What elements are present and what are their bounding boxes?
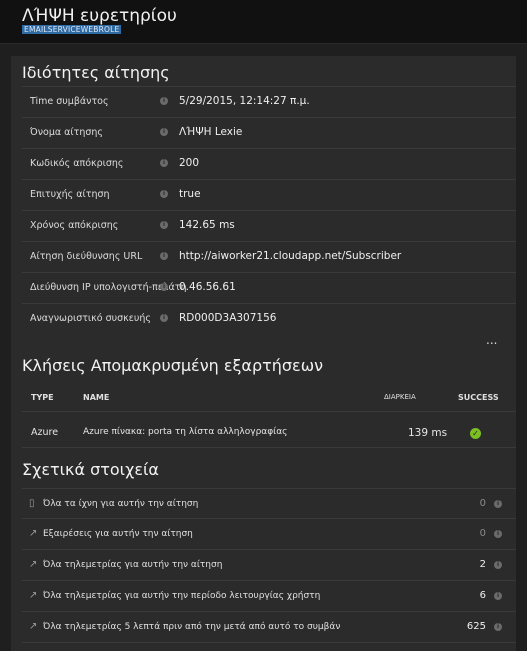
info-icon[interactable]: i [160,97,168,105]
info-icon[interactable]: i [494,530,502,538]
property-label: Αναγνωριστικό συσκευής [30,313,151,324]
property-row: Αναγνωριστικό συσκευής i RD000D3A307156 [22,303,516,334]
column-header-type[interactable]: TYPE [31,393,54,402]
property-value: true [179,188,201,200]
info-icon[interactable]: i [160,190,168,198]
property-value: 200 [179,157,200,169]
related-item[interactable]: ↗ Όλα τηλεμετρίας για αυτήν την περίοδο … [22,581,516,612]
property-label: Όνομα αίτησης [30,127,103,138]
related-item-count: 0 [479,498,486,509]
property-label: Χρόνος απόκρισης [30,220,119,231]
related-items-title: Σχετικά στοιχεία [22,460,159,479]
related-item-label: Όλα τηλεμετρίας 5 λεπτά πριν από την μετ… [43,622,341,632]
property-value: 0.46.56.61 [179,281,236,293]
related-item-label: Όλα τα ίχνη για αυτήν την αίτηση [43,499,199,509]
property-row: Επιτυχής αίτηση i true [22,179,516,210]
info-icon[interactable]: i [160,314,168,322]
related-item-label: Όλα τηλεμετρίας για αυτήν την περίοδο λε… [43,591,321,601]
check-circle-icon: ✓ [470,428,481,439]
related-item-label: Εξαιρέσεις για αυτήν την αίτηση [43,529,193,539]
info-icon[interactable]: i [494,500,502,508]
related-item[interactable]: ↗ Εξαιρέσεις για αυτήν την αίτηση 0 i [22,519,516,550]
info-icon[interactable]: i [494,592,502,600]
blade-header: ΛΉΨΗ ευρετηρίου EMAILSERVICEWEBROLE [0,0,527,44]
info-icon[interactable]: i [160,128,168,136]
related-item-count: 625 [466,621,486,632]
property-row: Όνομα αίτησης i ΛΉΨΗ Lexie [22,117,516,148]
request-properties-title: Ιδιότητες αίτησης [22,63,170,82]
property-value: 142.65 ms [179,219,235,231]
details-panel: Ιδιότητες αίτησης Time συμβάντος i 5/29/… [11,56,516,651]
property-label: Επιτυχής αίτηση [30,189,110,200]
property-label: Αίτηση διεύθυνσης URL [30,251,143,262]
request-url-link[interactable]: http://aiworker21.cloudapp.net/Subscribe… [179,250,401,262]
info-icon[interactable]: i [160,283,168,291]
info-icon[interactable]: i [160,221,168,229]
info-icon[interactable]: i [160,252,168,260]
dependency-type: Azure [31,427,59,438]
property-label: Κωδικός απόκρισης [30,158,124,169]
column-header-duration[interactable]: ΔΙΑΡΚΕΙΑ [384,393,416,401]
related-item-count: 0 [479,528,486,539]
property-value: ΛΉΨΗ Lexie [179,126,243,138]
property-row: Διεύθυνση IP υπολογιστή-πελάτη i 0.46.56… [22,272,516,303]
related-item[interactable]: ▯ Όλα τα ίχνη για αυτήν την αίτηση 0 i [22,488,516,519]
arrow-icon: ↗ [29,621,38,632]
related-item-count: 2 [479,559,486,570]
property-row: Time συμβάντος i 5/29/2015, 12:14:27 π.μ… [22,86,516,117]
dependency-row[interactable]: Azure Azure πίνακα: porta τη λίστα αλληλ… [22,416,516,448]
document-icon: ▯ [29,498,35,509]
related-item-label: Όλα τηλεμετρίας για αυτήν την αίτηση [43,560,223,570]
property-row: Αίτηση διεύθυνσης URL i http://aiworker2… [22,241,516,272]
column-header-success[interactable]: SUCCESS [458,393,499,402]
arrow-icon: ↗ [29,590,38,601]
arrow-icon: ↗ [29,528,38,539]
property-row: Χρόνος απόκρισης i 142.65 ms [22,210,516,241]
related-item[interactable]: ↗ Όλα τηλεμετρίας για αυτήν την αίτηση 2… [22,550,516,581]
property-value: RD000D3A307156 [179,312,277,324]
related-item-count: 6 [479,590,486,601]
dependency-duration: 139 ms [408,427,448,439]
more-properties-button[interactable]: ... [486,333,497,347]
property-label: Time συμβάντος [30,96,109,107]
info-icon[interactable]: i [494,623,502,631]
dependencies-title: Κλήσεις Απομακρυσμένη εξαρτήσεων [22,356,324,375]
column-header-name[interactable]: NAME [83,393,109,402]
blade-subtitle[interactable]: EMAILSERVICEWEBROLE [22,25,122,34]
blade-title: ΛΉΨΗ ευρετηρίου [22,6,177,26]
dependencies-table-header: TYPE NAME ΔΙΑΡΚΕΙΑ SUCCESS [22,382,516,412]
dependency-name: Azure πίνακα: porta τη λίστα αλληλογραφί… [83,427,288,437]
info-icon[interactable]: i [160,159,168,167]
info-icon[interactable]: i [494,561,502,569]
property-row: Κωδικός απόκρισης i 200 [22,148,516,179]
property-value: 5/29/2015, 12:14:27 π.μ. [179,95,310,107]
arrow-icon: ↗ [29,559,38,570]
related-item[interactable]: ↗ Όλα τηλεμετρίας 5 λεπτά πριν από την μ… [22,612,516,643]
